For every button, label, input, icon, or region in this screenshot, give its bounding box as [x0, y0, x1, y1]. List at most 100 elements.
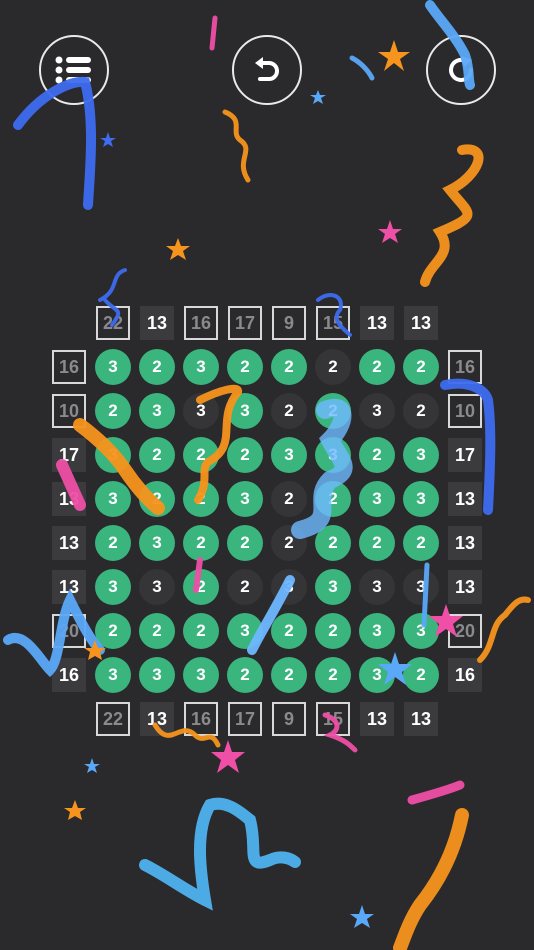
- grid-cell[interactable]: 2: [227, 349, 263, 385]
- grid-cell[interactable]: 3: [139, 569, 175, 605]
- grid-cell[interactable]: 3: [403, 613, 439, 649]
- grid-cell[interactable]: 3: [359, 569, 395, 605]
- grid-cell[interactable]: 2: [315, 525, 351, 561]
- column-clue-bottom: 13: [360, 702, 394, 736]
- row-clue-right: 16: [448, 658, 482, 692]
- grid-cell[interactable]: 3: [95, 481, 131, 517]
- grid-cell[interactable]: 2: [359, 437, 395, 473]
- menu-button[interactable]: [39, 35, 109, 105]
- grid-cell[interactable]: 2: [359, 349, 395, 385]
- column-clue-bottom: 15: [316, 702, 350, 736]
- grid-cell[interactable]: 2: [271, 657, 307, 693]
- grid-cell[interactable]: 2: [315, 657, 351, 693]
- grid-cell[interactable]: 2: [95, 613, 131, 649]
- row-clue-left: 10: [52, 394, 86, 428]
- grid-cell[interactable]: 3: [139, 657, 175, 693]
- column-clue-bottom: 22: [96, 702, 130, 736]
- grid-cell[interactable]: 3: [403, 481, 439, 517]
- column-clue-top: 16: [184, 306, 218, 340]
- grid-cell[interactable]: 3: [95, 437, 131, 473]
- grid-cell[interactable]: 2: [359, 525, 395, 561]
- grid-cell[interactable]: 2: [183, 481, 219, 517]
- restart-button[interactable]: [426, 35, 496, 105]
- column-clue-top: 9: [272, 306, 306, 340]
- grid-cell[interactable]: 3: [359, 393, 395, 429]
- grid-cell[interactable]: 2: [139, 437, 175, 473]
- grid-cell[interactable]: 3: [271, 569, 307, 605]
- row-clue-left: 20: [52, 614, 86, 648]
- column-clue-top: 22: [96, 306, 130, 340]
- row-clue-left: 13: [52, 526, 86, 560]
- column-clue-bottom: 13: [404, 702, 438, 736]
- grid-cell[interactable]: 3: [95, 657, 131, 693]
- grid-cell[interactable]: 2: [403, 393, 439, 429]
- grid-cell[interactable]: 2: [403, 349, 439, 385]
- grid-cell[interactable]: 2: [183, 525, 219, 561]
- grid-cell[interactable]: 3: [271, 437, 307, 473]
- grid-cell[interactable]: 2: [95, 525, 131, 561]
- grid-cell[interactable]: 3: [359, 613, 395, 649]
- grid-cell[interactable]: 2: [183, 569, 219, 605]
- grid-cell[interactable]: 3: [183, 657, 219, 693]
- grid-cell[interactable]: 2: [315, 613, 351, 649]
- grid-cell[interactable]: 3: [403, 437, 439, 473]
- confetti-overlay: [3, 0, 531, 950]
- row-clue-right: 20: [448, 614, 482, 648]
- grid-cell[interactable]: 2: [271, 613, 307, 649]
- grid-cell[interactable]: 2: [139, 613, 175, 649]
- column-clue-top: 17: [228, 306, 262, 340]
- grid-cell[interactable]: 3: [315, 569, 351, 605]
- grid-cell[interactable]: 2: [139, 481, 175, 517]
- grid-cell[interactable]: 2: [315, 481, 351, 517]
- grid-cell[interactable]: 2: [315, 349, 351, 385]
- grid-cell[interactable]: 3: [359, 657, 395, 693]
- grid-cell[interactable]: 3: [403, 569, 439, 605]
- row-clue-left: 16: [52, 350, 86, 384]
- grid-cell[interactable]: 2: [271, 393, 307, 429]
- grid-cell[interactable]: 2: [95, 393, 131, 429]
- column-clue-bottom: 16: [184, 702, 218, 736]
- row-clue-right: 13: [448, 526, 482, 560]
- column-clue-bottom: 9: [272, 702, 306, 736]
- grid-cell[interactable]: 2: [403, 657, 439, 693]
- grid-cell[interactable]: 3: [359, 481, 395, 517]
- grid-cell[interactable]: 3: [183, 349, 219, 385]
- grid-cell[interactable]: 3: [227, 393, 263, 429]
- undo-button[interactable]: [232, 35, 302, 105]
- column-clue-bottom: 13: [140, 702, 174, 736]
- grid-cell[interactable]: 2: [183, 613, 219, 649]
- grid-cell[interactable]: 3: [139, 393, 175, 429]
- column-clue-top: 13: [360, 306, 394, 340]
- grid-cell[interactable]: 2: [271, 481, 307, 517]
- column-clue-bottom: 17: [228, 702, 262, 736]
- restart-icon: [449, 56, 473, 82]
- row-clue-right: 10: [448, 394, 482, 428]
- grid-cell[interactable]: 2: [139, 349, 175, 385]
- grid-cell[interactable]: 2: [403, 525, 439, 561]
- undo-icon: [255, 57, 279, 81]
- column-clue-top: 13: [140, 306, 174, 340]
- grid-cell[interactable]: 2: [315, 393, 351, 429]
- grid-cell[interactable]: 2: [227, 525, 263, 561]
- grid-cell[interactable]: 2: [227, 437, 263, 473]
- row-clue-right: 17: [448, 438, 482, 472]
- row-clue-right: 13: [448, 570, 482, 604]
- row-clue-left: 17: [52, 438, 86, 472]
- grid-cell[interactable]: 2: [271, 525, 307, 561]
- grid-cell[interactable]: 2: [183, 437, 219, 473]
- grid-cell[interactable]: 3: [95, 349, 131, 385]
- row-clue-right: 16: [448, 350, 482, 384]
- grid-cell[interactable]: 2: [227, 657, 263, 693]
- grid-cell[interactable]: 2: [271, 349, 307, 385]
- grid-cell[interactable]: 2: [227, 569, 263, 605]
- grid-cell[interactable]: 3: [95, 569, 131, 605]
- list-icon: [55, 56, 91, 84]
- grid-cell[interactable]: 3: [139, 525, 175, 561]
- grid-cell[interactable]: 3: [183, 393, 219, 429]
- row-clue-left: 16: [52, 658, 86, 692]
- grid-cell[interactable]: 3: [315, 437, 351, 473]
- column-clue-top: 15: [316, 306, 350, 340]
- row-clue-right: 13: [448, 482, 482, 516]
- grid-cell[interactable]: 3: [227, 481, 263, 517]
- grid-cell[interactable]: 3: [227, 613, 263, 649]
